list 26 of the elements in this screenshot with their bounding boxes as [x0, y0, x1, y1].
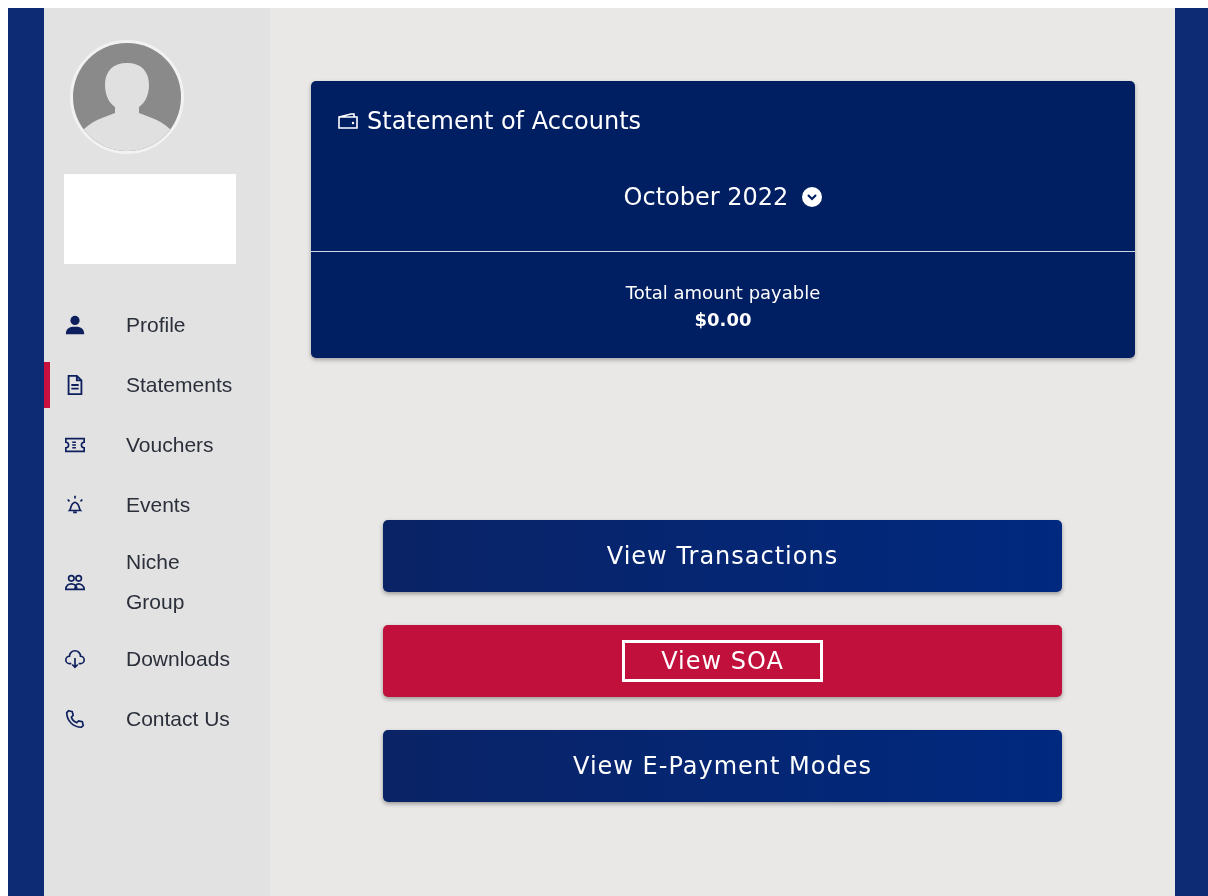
sidebar-item[interactable]: Contact Us: [44, 696, 270, 742]
sidebar-label: Statements: [126, 372, 234, 398]
total-label: Total amount payable: [625, 282, 821, 303]
total-amount: $0.00: [694, 309, 752, 330]
wallet-icon: [337, 112, 359, 130]
sidebar-label: Contact Us: [126, 706, 231, 732]
sidebar-item[interactable]: Niche Group: [44, 542, 270, 622]
sidebar-label: Profile: [126, 312, 187, 338]
phone-icon: [64, 708, 86, 730]
sidebar-item[interactable]: Profile: [44, 302, 270, 348]
sidebar-item[interactable]: Vouchers: [44, 422, 270, 468]
chevron-down-icon[interactable]: [802, 187, 823, 207]
sidebar-item[interactable]: Downloads: [44, 636, 270, 682]
month-label: October 2022: [623, 183, 789, 211]
sidebar-label: Vouchers: [126, 432, 215, 458]
sidebar-label: Events: [126, 492, 192, 518]
action-button[interactable]: View Transactions: [383, 520, 1062, 592]
person-icon: [64, 314, 86, 336]
sidebar-label: Niche Group: [126, 549, 186, 615]
cloud-download-icon: [64, 648, 86, 670]
action-button[interactable]: View SOA: [383, 625, 1062, 697]
sidebar-item[interactable]: Events: [44, 482, 270, 528]
sidebar-label: Downloads: [126, 646, 231, 672]
action-button[interactable]: View E-Payment Modes: [383, 730, 1062, 802]
card-title: Statement of Accounts: [367, 107, 642, 135]
avatar-icon: [70, 40, 184, 154]
